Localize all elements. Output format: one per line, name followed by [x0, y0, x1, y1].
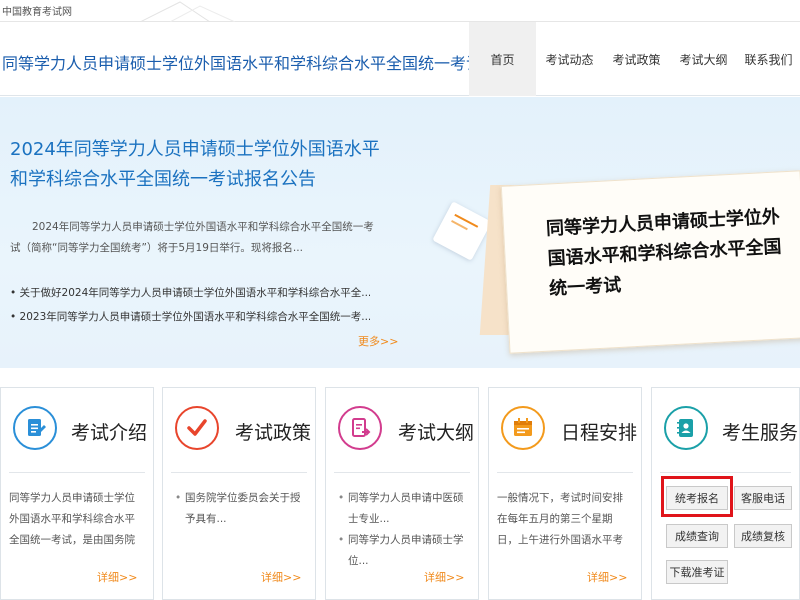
list-item[interactable]: 同等学力人员申请硕士学位...: [338, 530, 470, 572]
banner-poster: 同等学力人员申请硕士学位外国语水平和学科综合水平全国统一考试: [500, 170, 800, 354]
hotline-button[interactable]: 客服电话: [734, 486, 792, 510]
card-divider: [334, 472, 470, 473]
document-arrow-icon: [338, 406, 382, 450]
detail-link[interactable]: 详细>>: [261, 569, 301, 585]
site-header: 同等学力人员申请硕士学位外国语水平和学科综合水平全国统一考试 首页 考试动态 考…: [0, 22, 800, 96]
nav-item-contact-us[interactable]: 联系我们: [737, 22, 800, 96]
site-name[interactable]: 中国教育考试网: [2, 3, 72, 18]
nav-item-exam-policy[interactable]: 考试政策: [603, 22, 670, 96]
document-icon: [13, 406, 57, 450]
card-text: 同等学力人员申请硕士学位外国语水平和学科综合水平全国统一考试，是由国务院学位委: [9, 492, 135, 546]
banner-intro: 2024年同等学力人员申请硕士学位外国语水平和学科综合水平全国统一考试（简称“同…: [10, 221, 374, 254]
top-strip: 中国教育考试网: [0, 0, 800, 22]
feature-cards: 考试介绍 同等学力人员申请硕士学位外国语水平和学科综合水平全国统一考试，是由国务…: [0, 387, 800, 600]
poster-text: 同等学力人员申请硕士学位外国语水平和学科综合水平全国统一考试: [545, 206, 782, 300]
card-title[interactable]: 考试政策: [235, 418, 311, 445]
floating-card-decoration: [432, 201, 492, 261]
more-link[interactable]: 更多>>: [358, 333, 398, 349]
card-title[interactable]: 考试大纲: [398, 418, 474, 445]
score-query-button[interactable]: 成绩查询: [666, 524, 728, 548]
card-text: 一般情况下，考试时间安排在每年五月的第三个星期日，上午进行外国语水平考试和医古: [497, 492, 623, 546]
contacts-book-icon: [664, 406, 708, 450]
nav-item-exam-news[interactable]: 考试动态: [536, 22, 603, 96]
card-divider: [171, 472, 307, 473]
admit-card-button[interactable]: 下载准考证: [666, 560, 728, 584]
card-divider: [497, 472, 633, 473]
detail-link[interactable]: 详细>>: [424, 569, 464, 585]
main-nav: 首页 考试动态 考试政策 考试大纲 联系我们: [469, 22, 800, 96]
card-divider: [9, 472, 145, 473]
card-title[interactable]: 考试介绍: [71, 418, 147, 445]
card-exam-intro: 考试介绍 同等学力人员申请硕士学位外国语水平和学科综合水平全国统一考试，是由国务…: [0, 387, 154, 600]
nav-item-exam-syllabus[interactable]: 考试大纲: [670, 22, 737, 96]
card-exam-syllabus: 考试大纲 同等学力人员申请中医硕士专业... 同等学力人员申请硕士学位... 详…: [325, 387, 479, 600]
card-schedule: 日程安排 一般情况下，考试时间安排在每年五月的第三个星期日，上午进行外国语水平考…: [488, 387, 642, 600]
card-list: 国务院学位委员会关于授予具有...: [175, 488, 307, 530]
card-divider: [660, 472, 791, 473]
card-list: 同等学力人员申请中医硕士专业... 同等学力人员申请硕士学位...: [338, 488, 470, 572]
checkmark-icon: [175, 406, 219, 450]
nav-item-home[interactable]: 首页: [469, 22, 536, 96]
score-review-button[interactable]: 成绩复核: [734, 524, 792, 548]
page-title: 同等学力人员申请硕士学位外国语水平和学科综合水平全国统一考试: [2, 54, 483, 73]
decorative-lines: [140, 1, 236, 22]
card-title[interactable]: 考生服务: [722, 418, 798, 445]
calendar-icon: [501, 406, 545, 450]
banner-title[interactable]: 2024年同等学力人员申请硕士学位外国语水平和学科综合水平全国统一考试报名公告: [10, 135, 390, 195]
news-item[interactable]: 2023年同等学力人员申请硕士学位外国语水平和学科综合水平全国统一考...: [10, 305, 370, 329]
banner-news-list: 关于做好2024年同等学力人员申请硕士学位外国语水平和学科综合水平全... 20…: [10, 281, 370, 329]
detail-link[interactable]: 详细>>: [97, 569, 137, 585]
news-item[interactable]: 关于做好2024年同等学力人员申请硕士学位外国语水平和学科综合水平全...: [10, 281, 370, 305]
highlight-box: [661, 476, 733, 517]
list-item[interactable]: 国务院学位委员会关于授予具有...: [175, 488, 307, 530]
card-exam-policy: 考试政策 国务院学位委员会关于授予具有... 详细>>: [162, 387, 316, 600]
card-title[interactable]: 日程安排: [561, 418, 637, 445]
list-item[interactable]: 同等学力人员申请中医硕士专业...: [338, 488, 470, 530]
card-student-services: 考生服务 统考报名 客服电话 成绩查询 成绩复核 下载准考证: [651, 387, 800, 600]
detail-link[interactable]: 详细>>: [587, 569, 627, 585]
